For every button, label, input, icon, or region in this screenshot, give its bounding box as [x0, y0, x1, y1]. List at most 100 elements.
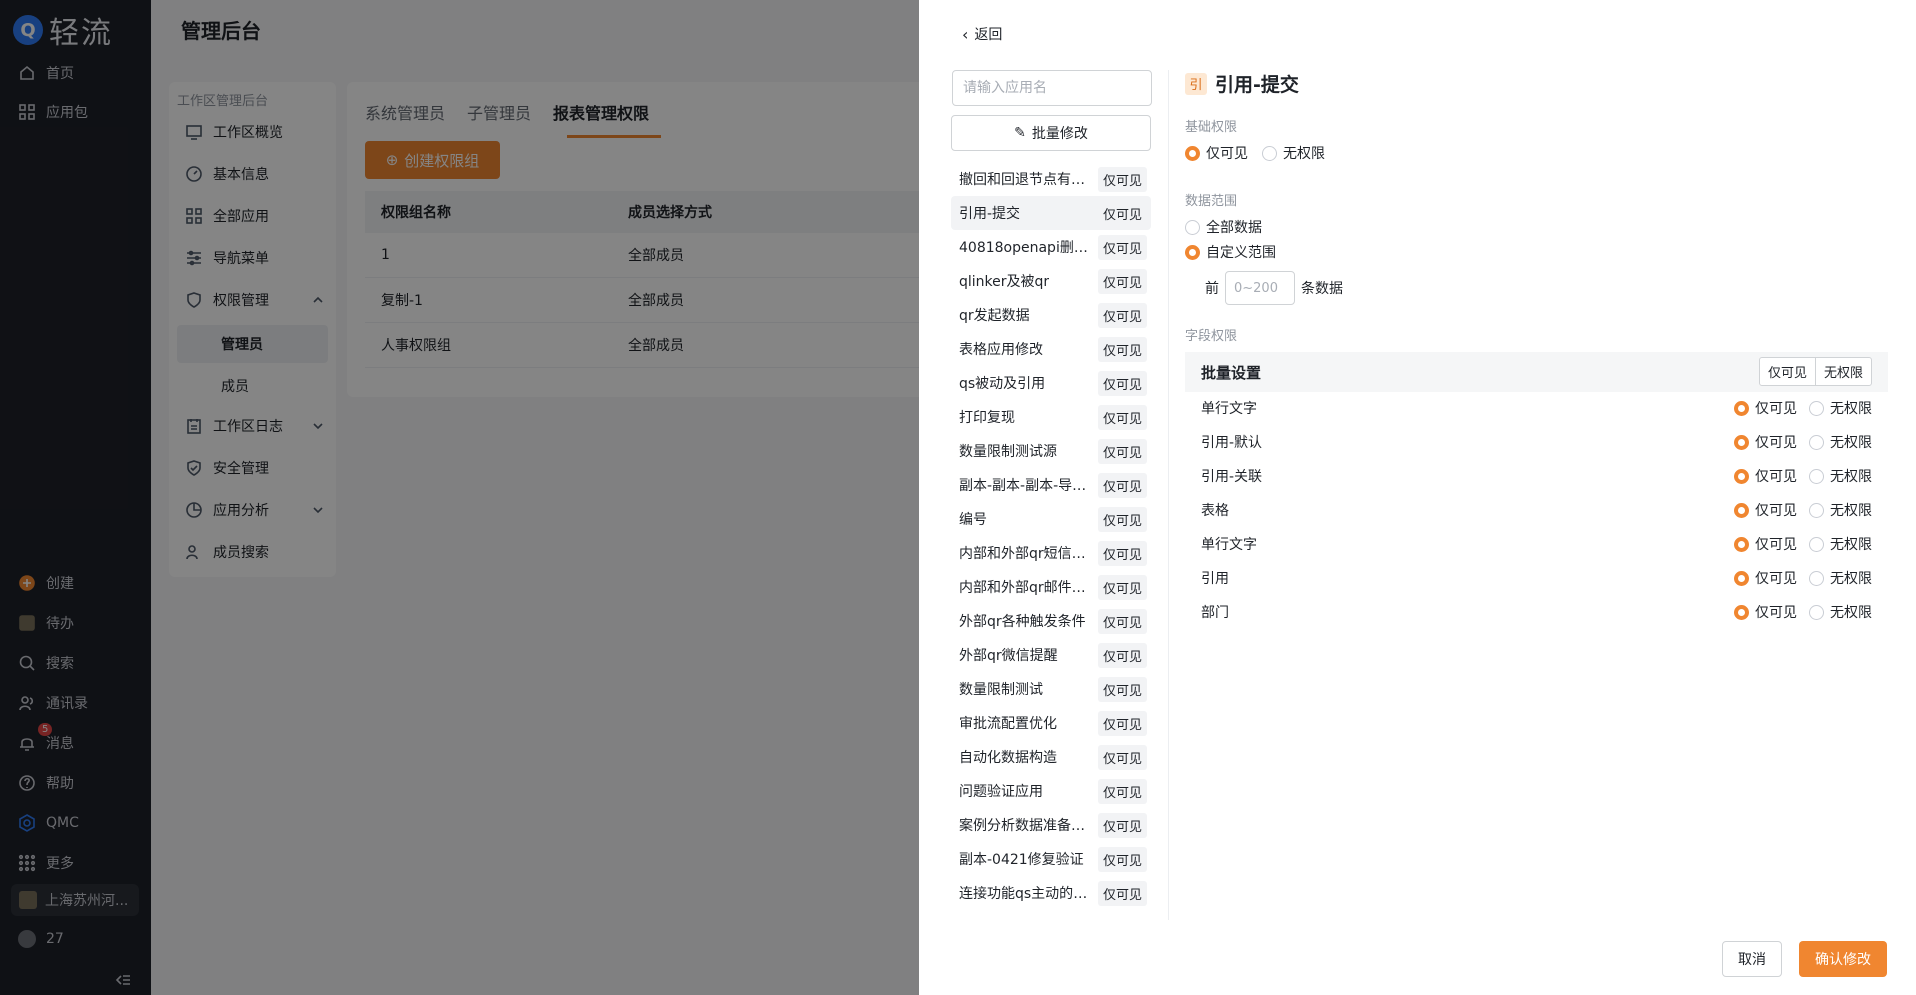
- field-radio-visible[interactable]: 仅可见: [1734, 466, 1797, 486]
- app-list-item[interactable]: 连接功能qs主动的各... 仅可见: [951, 876, 1151, 910]
- app-list-item[interactable]: qs被动及引用 仅可见: [951, 366, 1151, 400]
- app-permission-badge: 仅可见: [1097, 268, 1147, 294]
- range-row: 前 0~200 条数据: [1205, 271, 1343, 305]
- field-permission-row: 单行文字 仅可见 无权限: [1201, 530, 1888, 558]
- radio-icon: [1809, 400, 1824, 416]
- app-list-item[interactable]: 数量限制测试 仅可见: [951, 672, 1151, 706]
- app-permission-badge: 仅可见: [1097, 506, 1147, 532]
- permission-detail: 引 引用-提交 基础权限 仅可见 无权限 数据范围 全部数据 自定义范围 前 0…: [1185, 0, 1895, 995]
- app-list-item[interactable]: 编号 仅可见: [951, 502, 1151, 536]
- confirm-button[interactable]: 确认修改: [1799, 941, 1887, 977]
- app-list-item[interactable]: 副本-副本-副本-导入... 仅可见: [951, 468, 1151, 502]
- app-name: 打印复现: [959, 410, 1015, 426]
- app-search-input[interactable]: [952, 70, 1152, 106]
- app-list-item[interactable]: 撤回和回退节点有多... 仅可见: [951, 162, 1151, 196]
- field-radio-none[interactable]: 无权限: [1809, 500, 1872, 520]
- app-list-item[interactable]: 外部qr微信提醒 仅可见: [951, 638, 1151, 672]
- field-radio-none[interactable]: 无权限: [1809, 432, 1872, 452]
- app-permission-badge: 仅可见: [1097, 166, 1147, 192]
- radio-label: 仅可见: [1755, 571, 1797, 587]
- app-list-item[interactable]: 内部和外部qr短信提醒 仅可见: [951, 536, 1151, 570]
- radio-all-data[interactable]: 全部数据: [1185, 217, 1262, 237]
- field-radio-visible[interactable]: 仅可见: [1734, 568, 1797, 588]
- chevron-left-icon: ‹: [962, 24, 969, 44]
- modal-mask[interactable]: [0, 0, 919, 995]
- range-input[interactable]: 0~200: [1225, 271, 1295, 305]
- divider: [1168, 70, 1169, 920]
- field-options: 仅可见 无权限: [1734, 466, 1872, 486]
- field-permission-row: 引用-默认 仅可见 无权限: [1201, 428, 1888, 456]
- radio-visible-only[interactable]: 仅可见: [1185, 143, 1248, 163]
- radio-selected-icon: [1734, 536, 1749, 552]
- field-options: 仅可见 无权限: [1734, 432, 1872, 452]
- app-name: 副本-0421修复验证: [959, 852, 1084, 868]
- app-list-item[interactable]: 外部qr各种触发条件 仅可见: [951, 604, 1151, 638]
- app-list-item[interactable]: 问题验证应用 仅可见: [951, 774, 1151, 808]
- batch-edit-label: 批量修改: [1031, 126, 1088, 142]
- field-radio-visible[interactable]: 仅可见: [1734, 432, 1797, 452]
- field-name: 单行文字: [1201, 537, 1257, 553]
- field-radio-visible[interactable]: 仅可见: [1734, 602, 1797, 622]
- field-name: 引用: [1201, 571, 1229, 587]
- radio-label: 自定义范围: [1206, 245, 1276, 261]
- app-list-item[interactable]: 自动化数据构造 仅可见: [951, 740, 1151, 774]
- app-name: 内部和外部qr邮件提醒: [959, 580, 1097, 596]
- app-permission-badge: 仅可见: [1097, 608, 1147, 634]
- radio-label: 仅可见: [1755, 435, 1797, 451]
- app-list-item[interactable]: 案例分析数据准备之... 仅可见: [951, 808, 1151, 842]
- batch-none-button[interactable]: 无权限: [1814, 358, 1871, 385]
- app-list-item[interactable]: 打印复现 仅可见: [951, 400, 1151, 434]
- radio-label: 无权限: [1830, 503, 1872, 519]
- field-radio-visible[interactable]: 仅可见: [1734, 500, 1797, 520]
- field-permission-row: 引用 仅可见 无权限: [1201, 564, 1888, 592]
- app-list-item[interactable]: 审批流配置优化 仅可见: [951, 706, 1151, 740]
- batch-edit-button[interactable]: ✎ 批量修改: [951, 115, 1151, 151]
- field-radio-none[interactable]: 无权限: [1809, 534, 1872, 554]
- field-radio-visible[interactable]: 仅可见: [1734, 398, 1797, 418]
- app-list-item[interactable]: 40818openapi删待办 仅可见: [951, 230, 1151, 264]
- field-radio-none[interactable]: 无权限: [1809, 568, 1872, 588]
- edit-icon: ✎: [1014, 125, 1026, 141]
- app-list-item[interactable]: 表格应用修改 仅可见: [951, 332, 1151, 366]
- cancel-button[interactable]: 取消: [1722, 941, 1782, 977]
- app-permission-badge: 仅可见: [1097, 812, 1147, 838]
- app-list-item[interactable]: qr发起数据 仅可见: [951, 298, 1151, 332]
- app-permission-badge: 仅可见: [1097, 302, 1147, 328]
- back-button[interactable]: ‹ 返回: [962, 24, 1002, 44]
- radio-label: 无权限: [1830, 537, 1872, 553]
- app-permission-badge: 仅可见: [1097, 710, 1147, 736]
- radio-no-permission[interactable]: 无权限: [1262, 143, 1325, 163]
- radio-icon: [1809, 468, 1824, 484]
- app-name: 数量限制测试源: [959, 444, 1057, 460]
- app-list-item[interactable]: qlinker及被qr 仅可见: [951, 264, 1151, 298]
- field-permission-row: 单行文字 仅可见 无权限: [1201, 394, 1888, 422]
- data-scope-label: 数据范围: [1185, 194, 1238, 209]
- field-radio-none[interactable]: 无权限: [1809, 398, 1872, 418]
- app-list-item[interactable]: 引用-提交 仅可见: [951, 196, 1151, 230]
- radio-custom-range[interactable]: 自定义范围: [1185, 242, 1276, 262]
- detail-title-text: 引用-提交: [1215, 74, 1299, 96]
- permission-drawer: ‹ 返回 ✎ 批量修改 撤回和回退节点有多...仅可见引用-提交仅可见40818…: [919, 0, 1916, 995]
- app-list-item[interactable]: 数量限制测试源 仅可见: [951, 434, 1151, 468]
- radio-label: 仅可见: [1755, 469, 1797, 485]
- range-suffix: 条数据: [1301, 281, 1343, 297]
- app-name: 数量限制测试: [959, 682, 1043, 698]
- field-options: 仅可见 无权限: [1734, 534, 1872, 554]
- app-name: 内部和外部qr短信提醒: [959, 546, 1097, 562]
- app-name: 外部qr各种触发条件: [959, 614, 1086, 630]
- basic-permission-label: 基础权限: [1185, 120, 1238, 135]
- radio-label: 仅可见: [1755, 605, 1797, 621]
- batch-setting-bar: 批量设置 仅可见 无权限: [1185, 352, 1888, 392]
- batch-visible-button[interactable]: 仅可见: [1760, 358, 1815, 385]
- field-radio-none[interactable]: 无权限: [1809, 602, 1872, 622]
- app-name: 编号: [959, 512, 987, 528]
- app-list-item[interactable]: 副本-0421修复验证 仅可见: [951, 842, 1151, 876]
- field-radio-visible[interactable]: 仅可见: [1734, 534, 1797, 554]
- field-name: 引用-关联: [1201, 469, 1263, 485]
- app-permission-badge: 仅可见: [1097, 744, 1147, 770]
- detail-title: 引 引用-提交: [1185, 70, 1299, 97]
- app-list-item[interactable]: 内部和外部qr邮件提醒 仅可见: [951, 570, 1151, 604]
- radio-label: 全部数据: [1206, 220, 1262, 236]
- field-radio-none[interactable]: 无权限: [1809, 466, 1872, 486]
- radio-selected-icon: [1734, 502, 1749, 518]
